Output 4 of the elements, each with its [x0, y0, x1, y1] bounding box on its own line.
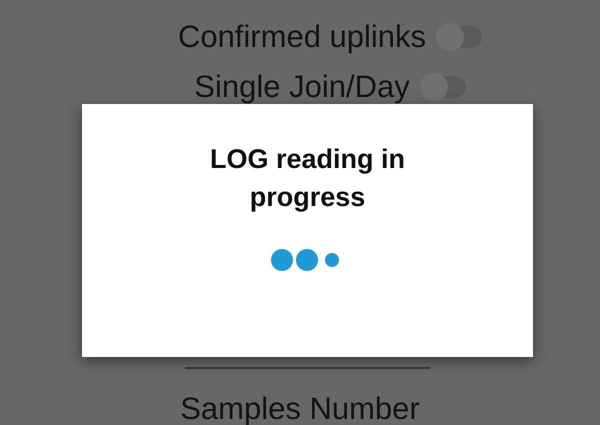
setting-label: Confirmed uplinks [178, 19, 426, 55]
toggle-switch[interactable] [422, 76, 466, 98]
dialog-title: LOG reading in progress [208, 143, 406, 214]
setting-label: Single Join/Day [194, 69, 410, 105]
